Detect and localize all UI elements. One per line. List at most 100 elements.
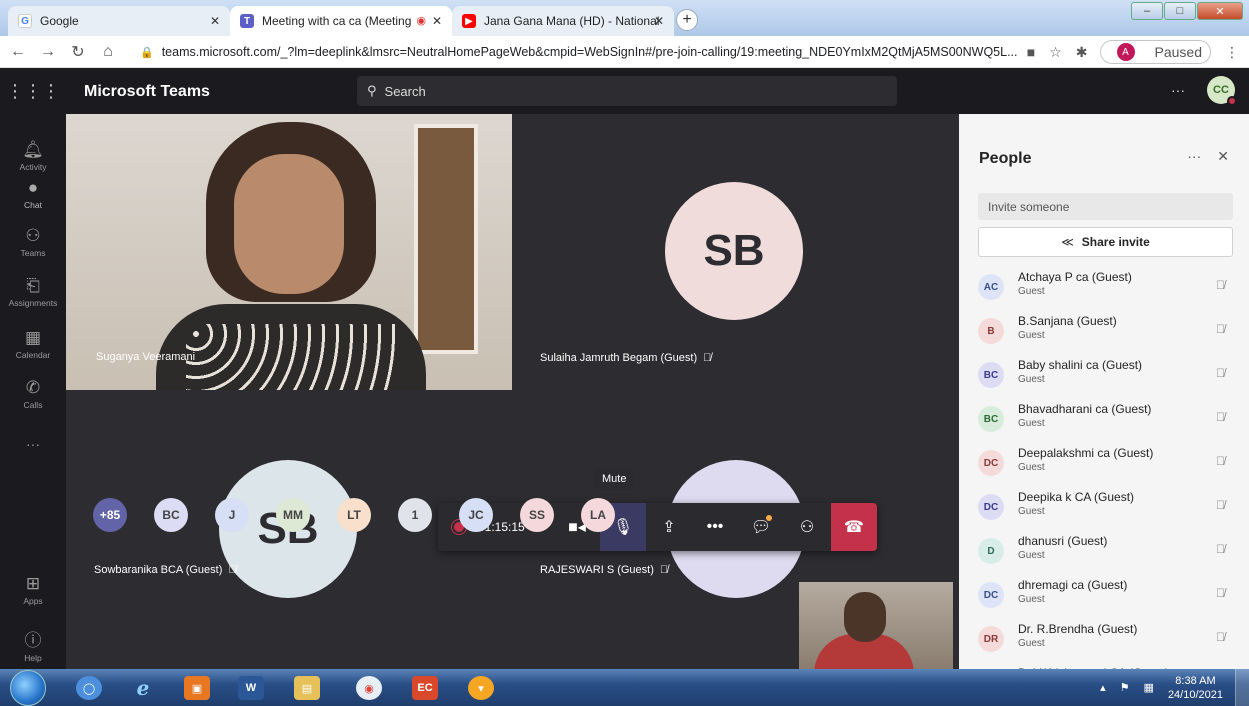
participant-role: Guest (1018, 462, 1045, 473)
list-item[interactable]: DC dhremagi ca (Guest) Guest 🎙̸ (959, 574, 1249, 618)
rail-item-apps[interactable]: ⊞ Apps (0, 574, 66, 606)
people-icon: ⚇ (799, 519, 815, 536)
list-item[interactable]: BC Bhavadharani ca (Guest) Guest 🎙̸ (959, 398, 1249, 442)
mic-off-icon: 🎙̸ (1216, 278, 1225, 292)
app-launcher-icon[interactable]: ⋮⋮⋮ (0, 81, 66, 102)
participant-name: Baby shalini ca (Guest) (1018, 358, 1143, 372)
browser-tab-youtube[interactable]: ▶ Jana Gana Mana (HD) - National ✕ (452, 6, 674, 36)
taskbar-media-icon[interactable]: ▣ (174, 673, 220, 703)
rail-item-help[interactable]: ⓘ Help (0, 626, 66, 663)
video-tile-suganya[interactable]: Suganya Veeramani (66, 114, 512, 390)
participant-chip[interactable]: JC (459, 498, 493, 532)
camera-icon[interactable]: ■ (1027, 44, 1035, 60)
taskbar-chrome-icon[interactable]: ◉ (346, 673, 392, 703)
participant-role: Guest (1018, 506, 1045, 517)
list-item[interactable]: AC Atchaya P ca (Guest) Guest 🎙̸ (959, 266, 1249, 310)
rail-item-calls[interactable]: ✆ Calls (0, 378, 66, 410)
self-view-video[interactable] (799, 582, 953, 674)
taskbar-browser-icon[interactable]: ▾ (458, 673, 504, 703)
teams-header: ⋮⋮⋮ Microsoft Teams ⚲ Search ··· CC (0, 69, 1249, 114)
browser-toolbar: ← → ↻ ⌂ 🔒 teams.microsoft.com/_?lm=deepl… (0, 36, 1249, 68)
show-desktop-button[interactable] (1235, 669, 1249, 706)
rail-item-calendar[interactable]: ▦ Calendar (0, 328, 66, 360)
taskbar-word-icon[interactable]: W (228, 673, 274, 703)
browser-tab-teams[interactable]: T Meeting with ca ca (Meeting ◉ ✕ (230, 6, 452, 36)
rail-item-activity[interactable]: 🔔︎ Activity (0, 140, 66, 172)
panel-more-icon[interactable]: ··· (1187, 148, 1201, 165)
participants-button[interactable]: ⚇ (784, 503, 830, 551)
bookmark-star-icon[interactable]: ☆ (1049, 44, 1062, 61)
participant-chip[interactable]: BC (154, 498, 188, 532)
participant-role: Guest (1018, 550, 1045, 561)
browser-tab-google[interactable]: G Google ✕ (8, 6, 230, 36)
clock[interactable]: 8:38 AM 24/10/2021 (1168, 674, 1223, 702)
hang-up-button[interactable]: ☎︎ (831, 503, 877, 551)
extensions-puzzle-icon[interactable]: ✱ (1076, 44, 1088, 61)
new-tab-button[interactable]: + (676, 9, 698, 31)
address-bar[interactable]: 🔒 teams.microsoft.com/_?lm=deeplink&lmsr… (140, 41, 1020, 63)
user-avatar[interactable]: CC (1207, 76, 1237, 106)
flag-icon[interactable]: ⚑ (1120, 681, 1130, 694)
participant-chip[interactable]: LA (581, 498, 615, 532)
help-icon: ⓘ (24, 631, 42, 650)
list-item[interactable]: Ddhanusri (Guest) Guest 🎙̸ (959, 530, 1249, 574)
taskbar-ie-icon[interactable]: ℯ (120, 673, 166, 703)
profile-button[interactable]: A Paused (1099, 40, 1211, 64)
close-window-button[interactable]: ✕ (1197, 2, 1243, 20)
list-item[interactable]: DC Deepalakshmi ca (Guest) Guest 🎙̸ (959, 442, 1249, 486)
taskbar-app-icon[interactable]: EC (402, 673, 448, 703)
participant-avatar: BC (978, 362, 1004, 388)
participant-chip[interactable]: SS (520, 498, 554, 532)
tray-expand-icon[interactable]: ▴ (1100, 681, 1106, 694)
app-title: Microsoft Teams (84, 82, 210, 100)
participant-role: Guest (1018, 374, 1045, 385)
participant-chip[interactable]: MM (276, 498, 310, 532)
invite-input[interactable]: Invite someone (978, 193, 1233, 220)
start-button[interactable] (10, 670, 46, 706)
forward-arrow-icon[interactable]: → (36, 43, 60, 61)
participant-chip[interactable]: J (215, 498, 249, 532)
list-item[interactable]: BC Baby shalini ca (Guest) Guest 🎙̸ (959, 354, 1249, 398)
participant-chip[interactable]: LT (337, 498, 371, 532)
participant-avatar: D (978, 538, 1004, 564)
share-icon: ≪ (1061, 235, 1074, 249)
participant-chip[interactable]: 1 (398, 498, 432, 532)
minimize-button[interactable]: – (1131, 2, 1163, 20)
close-tab-icon[interactable]: ✕ (432, 14, 442, 28)
rail-item-assignments[interactable]: ⎗ Assignments (0, 276, 66, 308)
list-item[interactable]: DC Deepika k CA (Guest) Guest 🎙̸ (959, 486, 1249, 530)
search-input[interactable]: ⚲ Search (357, 76, 897, 106)
chat-icon: ● (27, 178, 39, 197)
user-initials: CC (1213, 84, 1229, 96)
calendar-icon: ▦ (24, 328, 42, 347)
close-tab-icon[interactable]: ✕ (654, 14, 664, 28)
video-tile-sulaiha[interactable]: SB Sulaiha Jamruth Begam (Guest) 🎙̸ (512, 114, 959, 390)
more-options-icon[interactable]: ··· (1171, 82, 1185, 98)
rail-more-icon[interactable]: ··· (0, 436, 66, 452)
list-item[interactable]: DKDr.V.Krishnaveni CA (Guest)Guest🎙̸ (959, 662, 1249, 669)
participant-avatar: SB (665, 182, 803, 320)
participant-name: B.Sanjana (Guest) (1018, 314, 1117, 328)
close-tab-icon[interactable]: ✕ (210, 14, 220, 28)
share-invite-button[interactable]: ≪ Share invite (978, 227, 1233, 257)
youtube-favicon-icon: ▶ (462, 14, 476, 28)
close-icon[interactable]: ✕ (1217, 148, 1229, 165)
network-icon[interactable]: ▦ (1144, 681, 1154, 694)
participant-overflow-strip: +85 BC J MM LT 1 JC SS LA (66, 495, 786, 535)
participant-chip[interactable]: +85 (93, 498, 127, 532)
participant-avatar: DC (978, 494, 1004, 520)
list-item[interactable]: B B.Sanjana (Guest) Guest 🎙̸ (959, 310, 1249, 354)
rail-item-teams[interactable]: ⚇ Teams (0, 226, 66, 258)
home-icon[interactable]: ⌂ (96, 43, 120, 61)
taskbar-cortana-icon[interactable]: ◯ (66, 673, 112, 703)
back-arrow-icon[interactable]: ← (6, 43, 30, 61)
system-tray: ▴ ⚑ ▦ 8:38 AM 24/10/2021 (1100, 669, 1249, 706)
browser-menu-icon[interactable]: ⋮ (1225, 44, 1239, 61)
rail-item-chat[interactable]: ● Chat (0, 178, 66, 210)
reload-icon[interactable]: ↻ (66, 42, 90, 62)
participant-name: Suganya Veeramani (96, 351, 196, 363)
taskbar-explorer-icon[interactable]: ▤ (284, 673, 330, 703)
maximize-button[interactable]: □ (1164, 2, 1196, 20)
participant-avatar: DC (978, 450, 1004, 476)
list-item[interactable]: DR Dr. R.Brendha (Guest) Guest 🎙̸ (959, 618, 1249, 662)
